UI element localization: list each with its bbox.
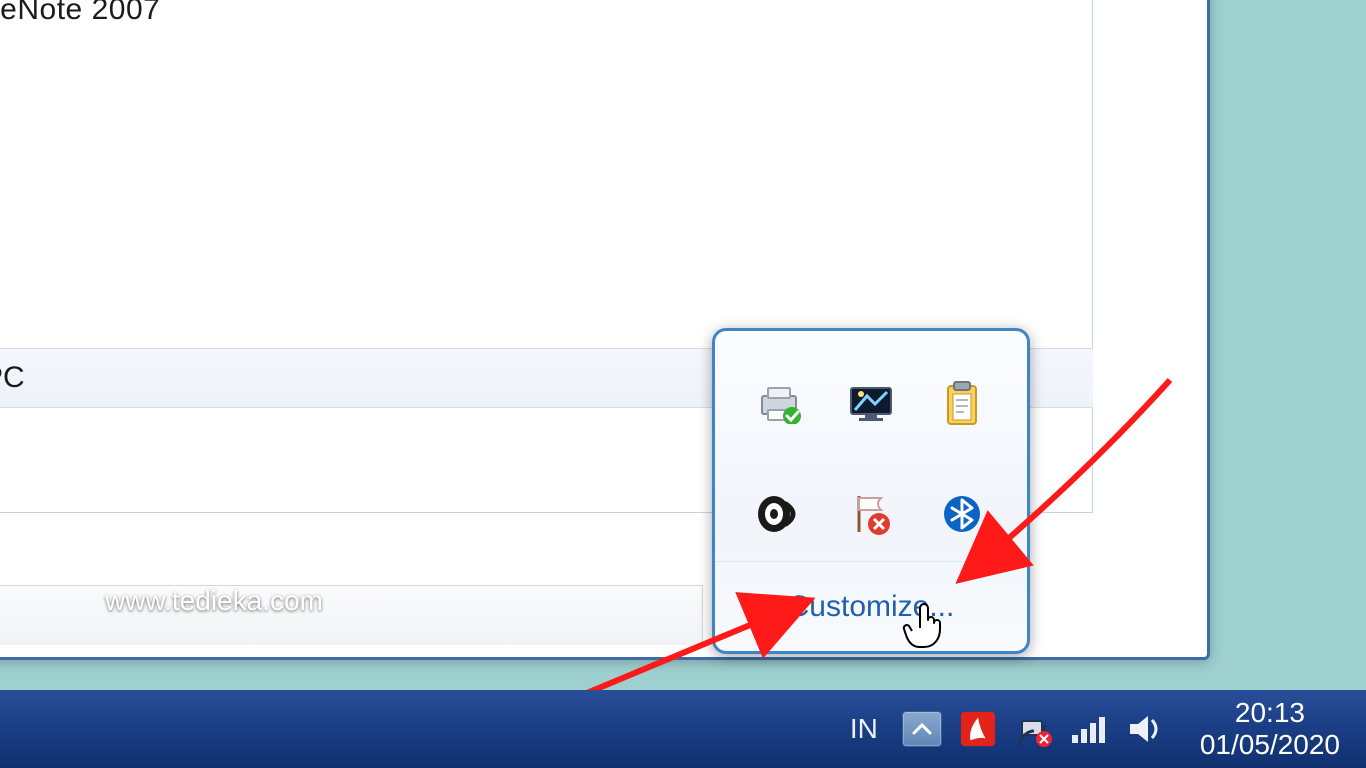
printer-ready-icon[interactable] xyxy=(754,381,806,427)
clock-time: 20:13 xyxy=(1200,697,1340,729)
power-icon[interactable] xyxy=(1014,709,1054,749)
chevron-up-icon xyxy=(912,722,932,736)
volume-icon[interactable] xyxy=(1126,709,1166,749)
avira-icon[interactable] xyxy=(958,709,998,749)
language-indicator[interactable]: IN xyxy=(842,709,886,749)
list-item[interactable]: neNote 2007 xyxy=(0,0,160,27)
show-hidden-icons-button[interactable] xyxy=(902,709,942,749)
watermark-text: www.tedieka.com xyxy=(105,585,323,617)
overflow-icon-grid xyxy=(715,331,1027,557)
clock-date: 01/05/2020 xyxy=(1200,729,1340,761)
network-icon[interactable] xyxy=(1070,709,1110,749)
system-tray xyxy=(902,709,1166,749)
taskbar-clock[interactable]: 20:13 01/05/2020 xyxy=(1190,695,1350,763)
customize-link[interactable]: Customize... xyxy=(715,561,1027,651)
taskbar: IN xyxy=(0,690,1366,768)
clipboard-icon[interactable] xyxy=(936,381,988,427)
input-fragment: PC xyxy=(0,361,25,395)
action-center-flag-icon[interactable] xyxy=(845,491,897,537)
notification-overflow-popup: Customize... xyxy=(712,328,1030,654)
idt-audio-icon[interactable] xyxy=(754,491,806,537)
display-settings-icon[interactable] xyxy=(845,381,897,427)
bluetooth-icon[interactable] xyxy=(936,491,988,537)
